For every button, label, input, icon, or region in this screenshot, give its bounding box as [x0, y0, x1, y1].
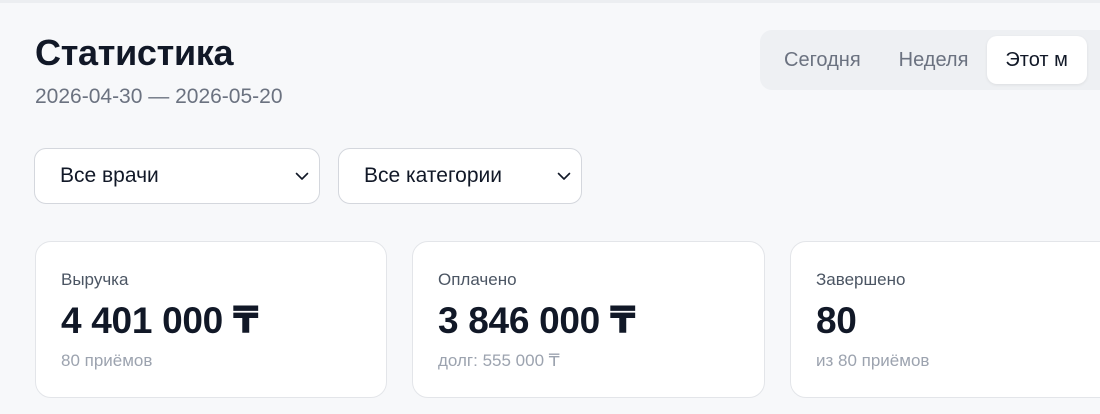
category-select[interactable]: Все категории — [338, 148, 582, 204]
category-select-value: Все категории — [364, 164, 502, 187]
completed-value: 80 — [816, 300, 857, 341]
tab-today[interactable]: Сегодня — [765, 36, 880, 84]
tab-this-month[interactable]: Этот м — [987, 36, 1087, 84]
tab-week[interactable]: Неделя — [880, 36, 988, 84]
period-tabs: Сегодня Неделя Этот м — [760, 30, 1100, 90]
chevron-down-icon — [556, 168, 572, 184]
revenue-label: Выручка — [61, 270, 129, 289]
completed-label: Завершено — [816, 270, 906, 289]
completed-card: Завершено 80 из 80 приёмов — [790, 241, 1100, 398]
revenue-card: Выручка 4 401 000 ₸ 80 приёмов — [35, 241, 387, 398]
completed-subtext: из 80 приёмов — [816, 351, 930, 370]
paid-card: Оплачено 3 846 000 ₸ долг: 555 000 ₸ — [412, 241, 765, 398]
page-title: Статистика — [35, 32, 234, 73]
paid-label: Оплачено — [438, 270, 517, 289]
top-divider — [0, 0, 1100, 3]
paid-subtext: долг: 555 000 ₸ — [438, 351, 560, 370]
revenue-subtext: 80 приёмов — [61, 351, 153, 370]
chevron-down-icon — [294, 168, 310, 184]
paid-value: 3 846 000 ₸ — [438, 300, 636, 341]
doctor-select-value: Все врачи — [60, 164, 159, 187]
date-range: 2026-04-30 — 2026-05-20 — [35, 85, 283, 108]
revenue-value: 4 401 000 ₸ — [61, 300, 259, 341]
doctor-select[interactable]: Все врачи — [34, 148, 320, 204]
